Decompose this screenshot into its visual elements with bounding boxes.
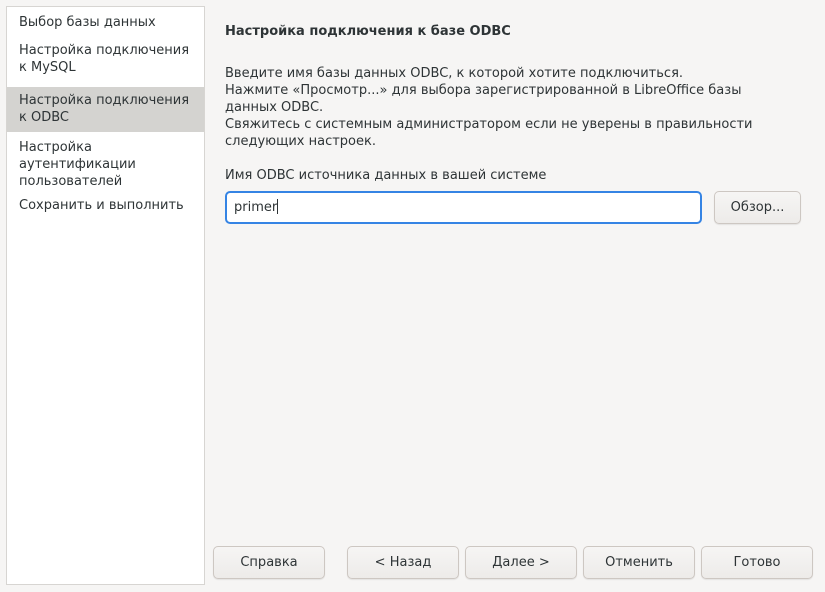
sidebar-item-user-authentication[interactable]: Настройка аутентификации пользователей bbox=[7, 132, 204, 194]
sidebar-item-label: к ODBC bbox=[19, 110, 69, 125]
browse-button[interactable]: Обзор... bbox=[714, 191, 801, 224]
sidebar-item-mysql-setup[interactable]: Настройка подключения к MySQL bbox=[7, 41, 204, 87]
wizard-steps-sidebar: Выбор базы данных Настройка подключения … bbox=[6, 6, 205, 585]
description-line: Нажмите «Просмотр...» для выбора зарегис… bbox=[225, 83, 742, 98]
odbc-source-label: Имя ODBC источника данных в вашей систем… bbox=[225, 168, 547, 183]
sidebar-item-label: Сохранить и выполнить bbox=[19, 198, 184, 213]
help-button[interactable]: Справка bbox=[213, 546, 325, 579]
sidebar-item-label: аутентификации bbox=[19, 157, 136, 172]
finish-button[interactable]: Готово bbox=[701, 546, 813, 579]
sidebar-item-odbc-setup[interactable]: Настройка подключения к ODBC bbox=[7, 87, 204, 132]
cancel-button[interactable]: Отменить bbox=[583, 546, 695, 579]
page-title: Настройка подключения к базе ODBC bbox=[225, 24, 511, 39]
description-line: Введите имя базы данных ODBC, к которой … bbox=[225, 66, 684, 81]
back-button[interactable]: < Назад bbox=[347, 546, 459, 579]
sidebar-item-save-and-proceed[interactable]: Сохранить и выполнить bbox=[7, 194, 204, 218]
sidebar-item-label: Настройка подключения bbox=[19, 93, 190, 108]
sidebar-item-label: Настройка bbox=[19, 140, 92, 155]
description-text: Введите имя базы данных ODBC, к которой … bbox=[225, 65, 785, 150]
description-line: Свяжитесь с системным администратором ес… bbox=[225, 117, 753, 132]
description-line: следующих настроек. bbox=[225, 134, 376, 149]
description-line: данных ODBC. bbox=[225, 100, 324, 115]
odbc-source-value: primer bbox=[234, 200, 278, 215]
sidebar-item-database-selection[interactable]: Выбор базы данных bbox=[7, 13, 204, 41]
text-caret bbox=[277, 199, 279, 214]
next-button[interactable]: Далее > bbox=[465, 546, 577, 579]
odbc-source-input[interactable]: primer bbox=[225, 191, 702, 224]
sidebar-item-label: к MySQL bbox=[19, 60, 76, 75]
sidebar-item-label: пользователей bbox=[19, 174, 123, 189]
sidebar-item-label: Настройка подключения bbox=[19, 43, 190, 58]
sidebar-item-label: Выбор базы данных bbox=[19, 15, 156, 30]
